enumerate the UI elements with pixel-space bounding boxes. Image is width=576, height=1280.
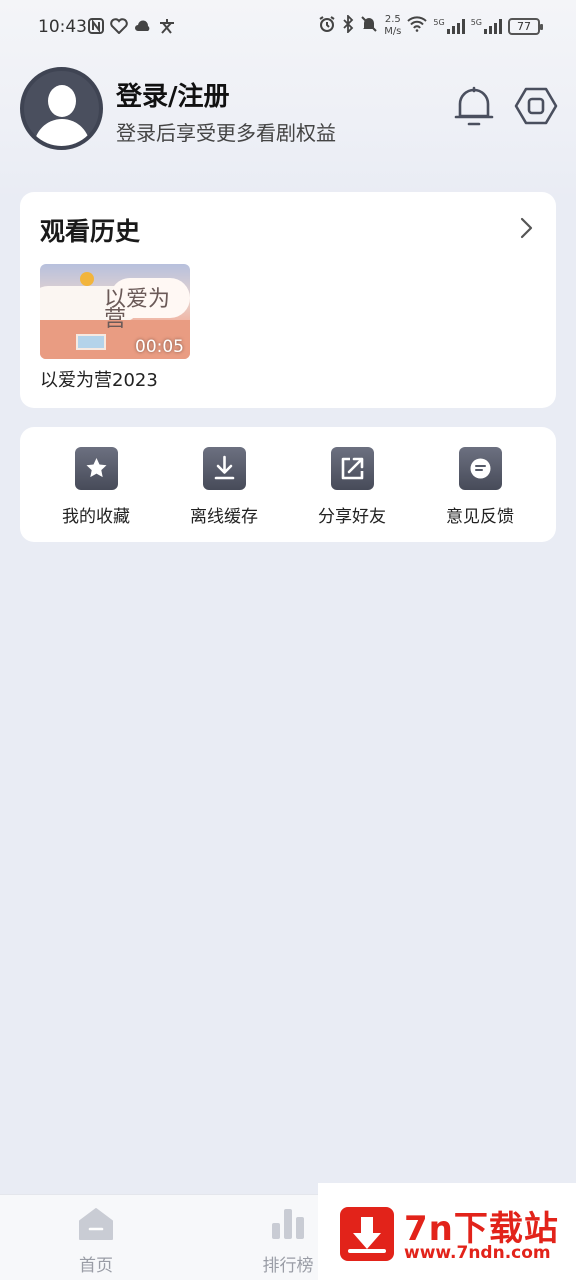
avatar-head (48, 85, 76, 117)
watermark-url: www.7ndn.com (404, 1243, 551, 1263)
mute-icon (360, 15, 378, 38)
history-item-title[interactable]: 以爱为营2023 (40, 366, 158, 392)
login-register-link[interactable]: 登录/注册 (116, 76, 230, 113)
star-icon (74, 447, 118, 490)
avatar-body (34, 119, 90, 146)
download-icon (202, 447, 246, 490)
alarm-icon (318, 15, 336, 38)
login-subtitle: 登录后享受更多看剧权益 (116, 121, 336, 145)
chevron-right-icon[interactable] (516, 216, 536, 240)
signal-icon-1: 5G (433, 18, 465, 34)
thumb-window (76, 334, 106, 350)
watermark-logo-icon (340, 1207, 394, 1261)
watermark: 7n下载站 www.7ndn.com (318, 1183, 576, 1280)
nav-home-label: 首页 (79, 1256, 113, 1276)
wen-icon (158, 18, 176, 39)
offline-cache-button[interactable]: 离线缓存 (160, 447, 288, 527)
signal-label: 5G (470, 18, 482, 27)
feedback-label: 意见反馈 (446, 507, 514, 527)
thumb-moon (80, 272, 94, 286)
nav-tab-home[interactable]: 首页 (36, 1207, 156, 1276)
health-icon (110, 18, 128, 39)
share-friends-label: 分享好友 (318, 507, 386, 527)
feedback-button[interactable]: 意见反馈 (416, 447, 544, 527)
share-friends-button[interactable]: 分享好友 (288, 447, 416, 527)
signal-label: 5G (433, 18, 445, 27)
wifi-icon (407, 15, 428, 37)
battery-icon: 77 (508, 17, 543, 35)
offline-cache-label: 离线缓存 (190, 507, 258, 527)
signal-icon-2: 5G (471, 18, 502, 34)
home-icon (79, 1208, 113, 1240)
video-duration: 00:05 (135, 337, 184, 357)
avatar[interactable] (20, 67, 103, 150)
history-thumbnail[interactable]: 以爱为营 00:05 (40, 264, 190, 359)
share-icon (330, 447, 374, 490)
status-time: 10:43 (38, 17, 87, 37)
history-title: 观看历史 (40, 217, 141, 246)
cloud-icon (134, 18, 152, 39)
watch-history-card: 观看历史 以爱为营 00:05 以爱为营2023 (20, 192, 556, 408)
favorites-button[interactable]: 我的收藏 (32, 447, 160, 527)
feedback-icon (458, 447, 502, 490)
thumb-title-art: 以爱为营 (104, 287, 171, 332)
status-right-icons: 2.5 M/s 5G 5G 77 (318, 13, 543, 38)
settings-icon[interactable] (514, 86, 558, 126)
network-speed: 2.5 M/s (384, 14, 401, 38)
bluetooth-icon (342, 13, 354, 38)
bell-icon[interactable] (454, 86, 494, 128)
speed-value: 2.5 (384, 14, 401, 25)
status-left-icons (88, 18, 176, 39)
favorites-label: 我的收藏 (62, 507, 130, 527)
status-bar: 10:43 2.5 M/s 5G 5G 77 (0, 0, 576, 56)
function-grid-card: 我的收藏 离线缓存 分享好友 意见反馈 (20, 427, 556, 542)
nfc-icon (88, 18, 104, 39)
speed-unit: M/s (384, 26, 402, 37)
rank-icon (272, 1209, 304, 1239)
